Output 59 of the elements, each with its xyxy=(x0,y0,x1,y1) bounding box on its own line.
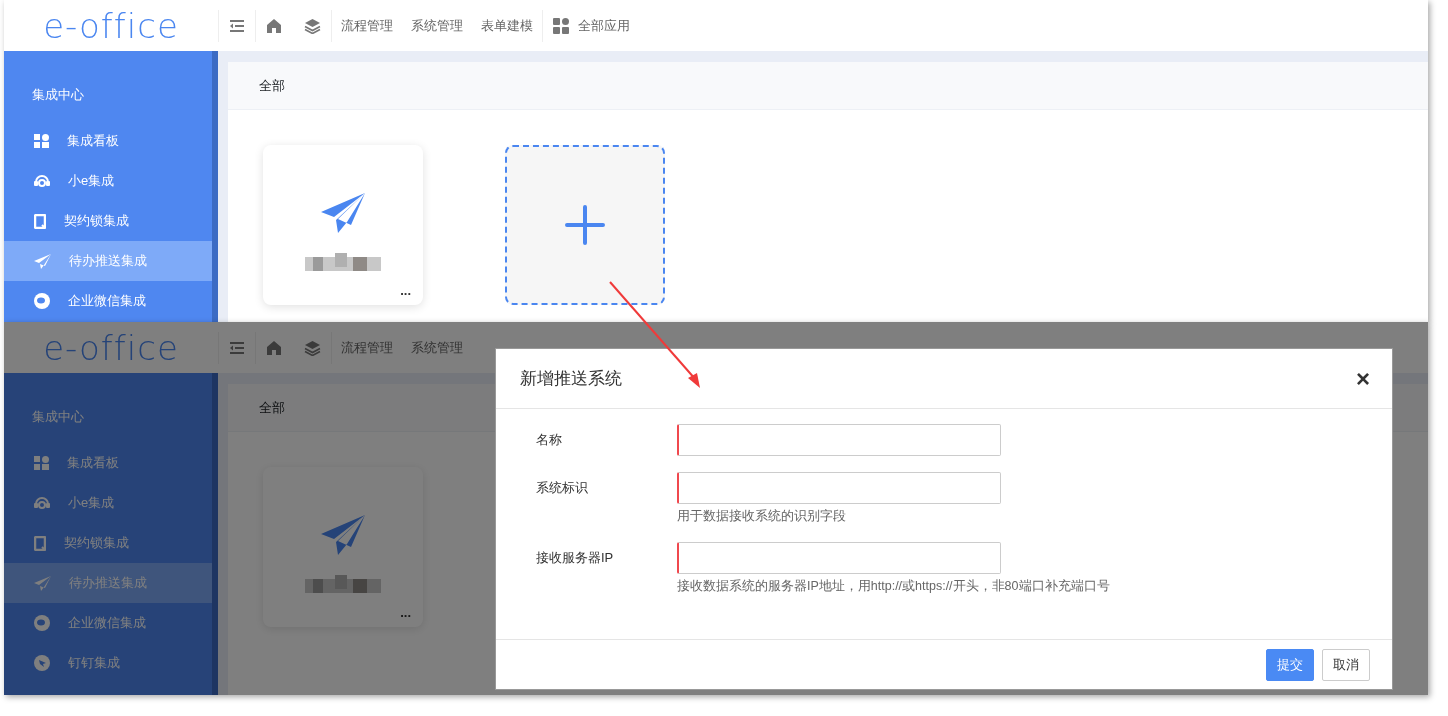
sidebar-item[interactable]: 待办推送集成 xyxy=(4,241,212,281)
sidebar-item[interactable]: 企业微信集成 xyxy=(4,281,212,321)
more-menu[interactable]: ... xyxy=(400,284,411,297)
tab-label[interactable]: 全部 xyxy=(259,397,285,418)
sidebar-item[interactable]: 契约锁集成 xyxy=(4,523,212,563)
paper-plane-icon xyxy=(321,193,365,233)
dialog-title: 新增推送系统 xyxy=(520,367,622,390)
sidebar-item[interactable]: 集成看板 xyxy=(4,443,212,483)
plus-icon xyxy=(565,205,605,245)
nav-link[interactable]: 流程管理 xyxy=(332,15,402,36)
chat-bubble-icon xyxy=(34,615,50,631)
paper-plane-icon xyxy=(321,515,365,555)
sidebar-item[interactable]: 小e集成 xyxy=(4,483,212,523)
input-field[interactable] xyxy=(677,541,1001,574)
apps-grid-icon[interactable] xyxy=(553,17,569,34)
logo-text: e-office xyxy=(42,8,180,43)
layers-icon[interactable] xyxy=(304,339,321,356)
submit-button[interactable]: 提交 xyxy=(1266,648,1314,681)
sidebar-title: 集成中心 xyxy=(32,409,84,424)
document-icon xyxy=(34,535,46,551)
nav-link[interactable]: 系统管理 xyxy=(402,337,472,358)
dashboard-icon xyxy=(34,456,49,470)
document-icon xyxy=(34,213,46,229)
input-field[interactable] xyxy=(677,424,1001,456)
collapse-menu-icon[interactable] xyxy=(229,340,245,355)
help-text: 用于数据接收系统的识别字段 xyxy=(677,508,847,525)
cancel-button[interactable]: 取消 xyxy=(1322,648,1370,681)
collapse-menu-icon[interactable] xyxy=(229,18,245,33)
layers-icon[interactable] xyxy=(304,17,321,34)
sidebar-item[interactable]: 集成看板 xyxy=(4,121,212,161)
dashboard-icon xyxy=(34,134,49,148)
home-icon[interactable] xyxy=(266,340,282,355)
sidebar-item[interactable]: 小e集成 xyxy=(4,161,212,201)
sidebar-item[interactable]: 企业微信集成 xyxy=(4,603,212,643)
sidebar-title: 集成中心 xyxy=(32,87,84,102)
nav-link[interactable]: 表单建模 xyxy=(472,15,542,36)
help-text: 接收数据系统的服务器IP地址，用http://或https://开头，非80端口补充端口号 xyxy=(677,577,1110,595)
sidebar-item[interactable]: 契约锁集成 xyxy=(4,201,212,241)
all-apps-link[interactable]: 全部应用 xyxy=(569,15,639,36)
close-button[interactable]: × xyxy=(1356,366,1370,391)
headset-icon xyxy=(34,495,50,511)
input-field[interactable] xyxy=(677,472,1001,504)
field-label: 名称 xyxy=(536,431,563,449)
chat-bubble-icon xyxy=(34,293,50,309)
paper-plane-icon xyxy=(34,253,51,269)
logo-text: e-office xyxy=(42,330,180,365)
system-card[interactable]: ... xyxy=(263,467,423,627)
home-icon[interactable] xyxy=(266,18,282,33)
bird-badge-icon xyxy=(34,655,50,671)
sidebar-item[interactable]: 钉钉集成 xyxy=(4,643,212,683)
system-card[interactable]: ... xyxy=(263,145,423,305)
field-label: 系统标识 xyxy=(536,479,589,497)
field-label: 接收服务器IP xyxy=(536,548,615,567)
more-menu[interactable]: ... xyxy=(400,606,411,619)
headset-icon xyxy=(34,173,50,189)
nav-link[interactable]: 系统管理 xyxy=(402,15,472,36)
add-card[interactable] xyxy=(505,145,665,305)
tab-label[interactable]: 全部 xyxy=(259,75,285,96)
nav-link[interactable]: 流程管理 xyxy=(332,337,402,358)
